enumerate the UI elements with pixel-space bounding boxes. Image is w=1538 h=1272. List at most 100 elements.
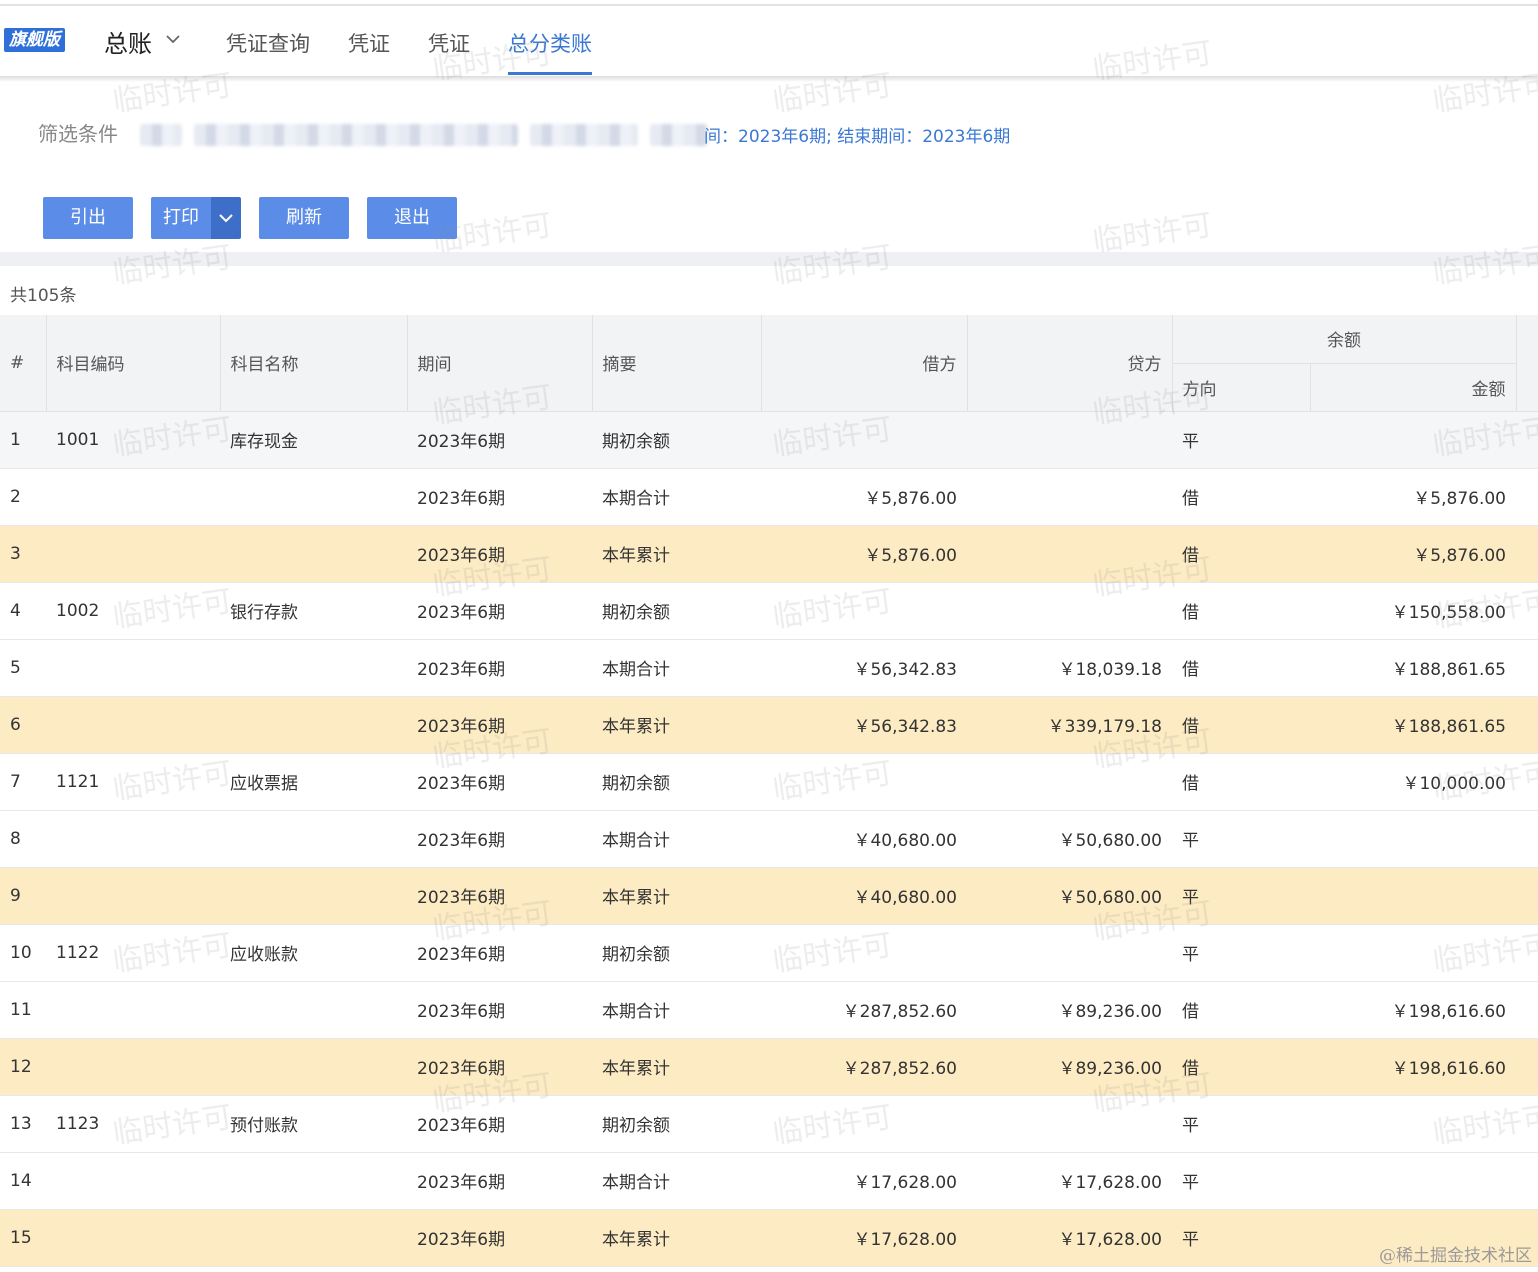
account-code[interactable]: 1121 [46,753,220,811]
exit-button[interactable]: 退出 [367,197,457,239]
row-spacer [1516,981,1538,1039]
debit-cell [761,924,967,982]
debit-cell [761,411,967,469]
direction-cell: 借 [1172,753,1310,811]
direction-cell: 借 [1172,582,1310,640]
row-index: 3 [0,525,46,583]
chevron-down-icon[interactable] [162,28,184,50]
credit-cell [967,1095,1172,1153]
table-row[interactable]: 12 2023年6期 本年累计 ￥287,852.60 ￥89,236.00 借 ￥198,… [0,1038,1538,1096]
col-header-amount[interactable]: 金额 [1310,363,1517,412]
col-header-debit[interactable]: 借方 [761,315,968,412]
print-dropdown-toggle[interactable] [211,197,241,239]
account-code [46,1209,220,1267]
row-index: 2 [0,468,46,526]
memo-cell: 本年累计 [592,1038,761,1096]
table-row[interactable]: 7 1121 应收票据 2023年6期 期初余额 借 ￥10,000.00 [0,753,1538,811]
account-name [220,525,407,583]
direction-cell: 平 [1172,924,1310,982]
credit-cell: ￥17,628.00 [967,1152,1172,1210]
account-code [46,468,220,526]
memo-cell: 期初余额 [592,1095,761,1153]
filter-label: 筛选条件 [38,122,118,146]
account-name: 应收账款 [220,924,407,982]
direction-cell: 平 [1172,411,1310,469]
col-header-direction[interactable]: 方向 [1172,363,1311,412]
amount-cell: ￥188,861.65 [1310,696,1516,754]
table-row[interactable]: 10 1122 应收账款 2023年6期 期初余额 平 [0,924,1538,982]
amount-cell [1310,411,1516,469]
memo-cell: 本年累计 [592,867,761,925]
col-header-credit[interactable]: 贷方 [967,315,1173,412]
account-code[interactable]: 1123 [46,1095,220,1153]
table-row[interactable]: 2 2023年6期 本期合计 ￥5,876.00 借 ￥5,876.00 [0,468,1538,526]
col-header-spacer [1516,315,1538,412]
debit-cell: ￥17,628.00 [761,1152,967,1210]
table-row[interactable]: 9 2023年6期 本年累计 ￥40,680.00 ￥50,680.00 平 [0,867,1538,925]
row-index: 10 [0,924,46,982]
module-title[interactable]: 总账 [104,24,152,59]
account-code [46,525,220,583]
col-header-code[interactable]: 科目编码 [46,315,221,412]
direction-cell: 借 [1172,1038,1310,1096]
table-row[interactable]: 13 1123 预付账款 2023年6期 期初余额 平 [0,1095,1538,1153]
account-code[interactable]: 1001 [46,411,220,469]
direction-cell: 借 [1172,468,1310,526]
memo-cell: 本期合计 [592,639,761,697]
tab-voucher-query[interactable]: 凭证查询 [226,28,310,58]
table-row[interactable]: 5 2023年6期 本期合计 ￥56,342.83 ￥18,039.18 借 ￥188,86… [0,639,1538,697]
footer-credit: @稀土掘金技术社区 [1379,1246,1532,1266]
table-row[interactable]: 14 2023年6期 本期合计 ￥17,628.00 ￥17,628.00 平 [0,1152,1538,1210]
active-tab-indicator [508,72,592,75]
nav-shadow [0,76,1538,82]
table-row[interactable]: 3 2023年6期 本年累计 ￥5,876.00 借 ￥5,876.00 [0,525,1538,583]
print-button[interactable]: 打印 [151,197,211,239]
refresh-button[interactable]: 刷新 [259,197,349,239]
col-header-name[interactable]: 科目名称 [220,315,408,412]
tab-general-ledger[interactable]: 总分类账 [508,28,592,58]
col-header-balance: 余额 [1172,315,1517,364]
amount-cell: ￥5,876.00 [1310,525,1516,583]
account-code[interactable]: 1002 [46,582,220,640]
credit-cell [967,468,1172,526]
debit-cell [761,1095,967,1153]
period-cell: 2023年6期 [407,1152,592,1210]
memo-cell: 期初余额 [592,411,761,469]
account-name [220,696,407,754]
memo-cell: 本期合计 [592,1152,761,1210]
table-row[interactable]: 11 2023年6期 本期合计 ￥287,852.60 ￥89,236.00 借 ￥198,… [0,981,1538,1039]
tab-voucher[interactable]: 凭证 [348,28,390,58]
amount-cell: ￥198,616.60 [1310,1038,1516,1096]
period-cell: 2023年6期 [407,1209,592,1267]
direction-cell: 借 [1172,981,1310,1039]
debit-cell: ￥287,852.60 [761,1038,967,1096]
direction-cell: 平 [1172,1209,1310,1267]
table-row[interactable]: 8 2023年6期 本期合计 ￥40,680.00 ￥50,680.00 平 [0,810,1538,868]
period-cell: 2023年6期 [407,924,592,982]
amount-cell: ￥150,558.00 [1310,582,1516,640]
account-code [46,639,220,697]
table-row[interactable]: 4 1002 银行存款 2023年6期 期初余额 借 ￥150,558.00 [0,582,1538,640]
row-spacer [1516,468,1538,526]
section-divider [0,252,1538,266]
table-row[interactable]: 1 1001 库存现金 2023年6期 期初余额 平 [0,411,1538,469]
credit-cell: ￥18,039.18 [967,639,1172,697]
col-header-index: # [0,315,47,412]
period-cell: 2023年6期 [407,468,592,526]
amount-cell: ￥188,861.65 [1310,639,1516,697]
account-code[interactable]: 1122 [46,924,220,982]
amount-cell [1310,1152,1516,1210]
row-spacer [1516,639,1538,697]
direction-cell: 借 [1172,696,1310,754]
table-row[interactable]: 15 2023年6期 本年累计 ￥17,628.00 ￥17,628.00 平 [0,1209,1538,1267]
export-button[interactable]: 引出 [43,197,133,239]
row-index: 7 [0,753,46,811]
period-cell: 2023年6期 [407,639,592,697]
redacted-text [194,124,518,146]
table-row[interactable]: 6 2023年6期 本年累计 ￥56,342.83 ￥339,179.18 借 ￥188,8… [0,696,1538,754]
col-header-period[interactable]: 期间 [407,315,593,412]
account-name: 银行存款 [220,582,407,640]
col-header-memo[interactable]: 摘要 [592,315,762,412]
tab-voucher-2[interactable]: 凭证 [428,28,470,58]
row-spacer [1516,696,1538,754]
